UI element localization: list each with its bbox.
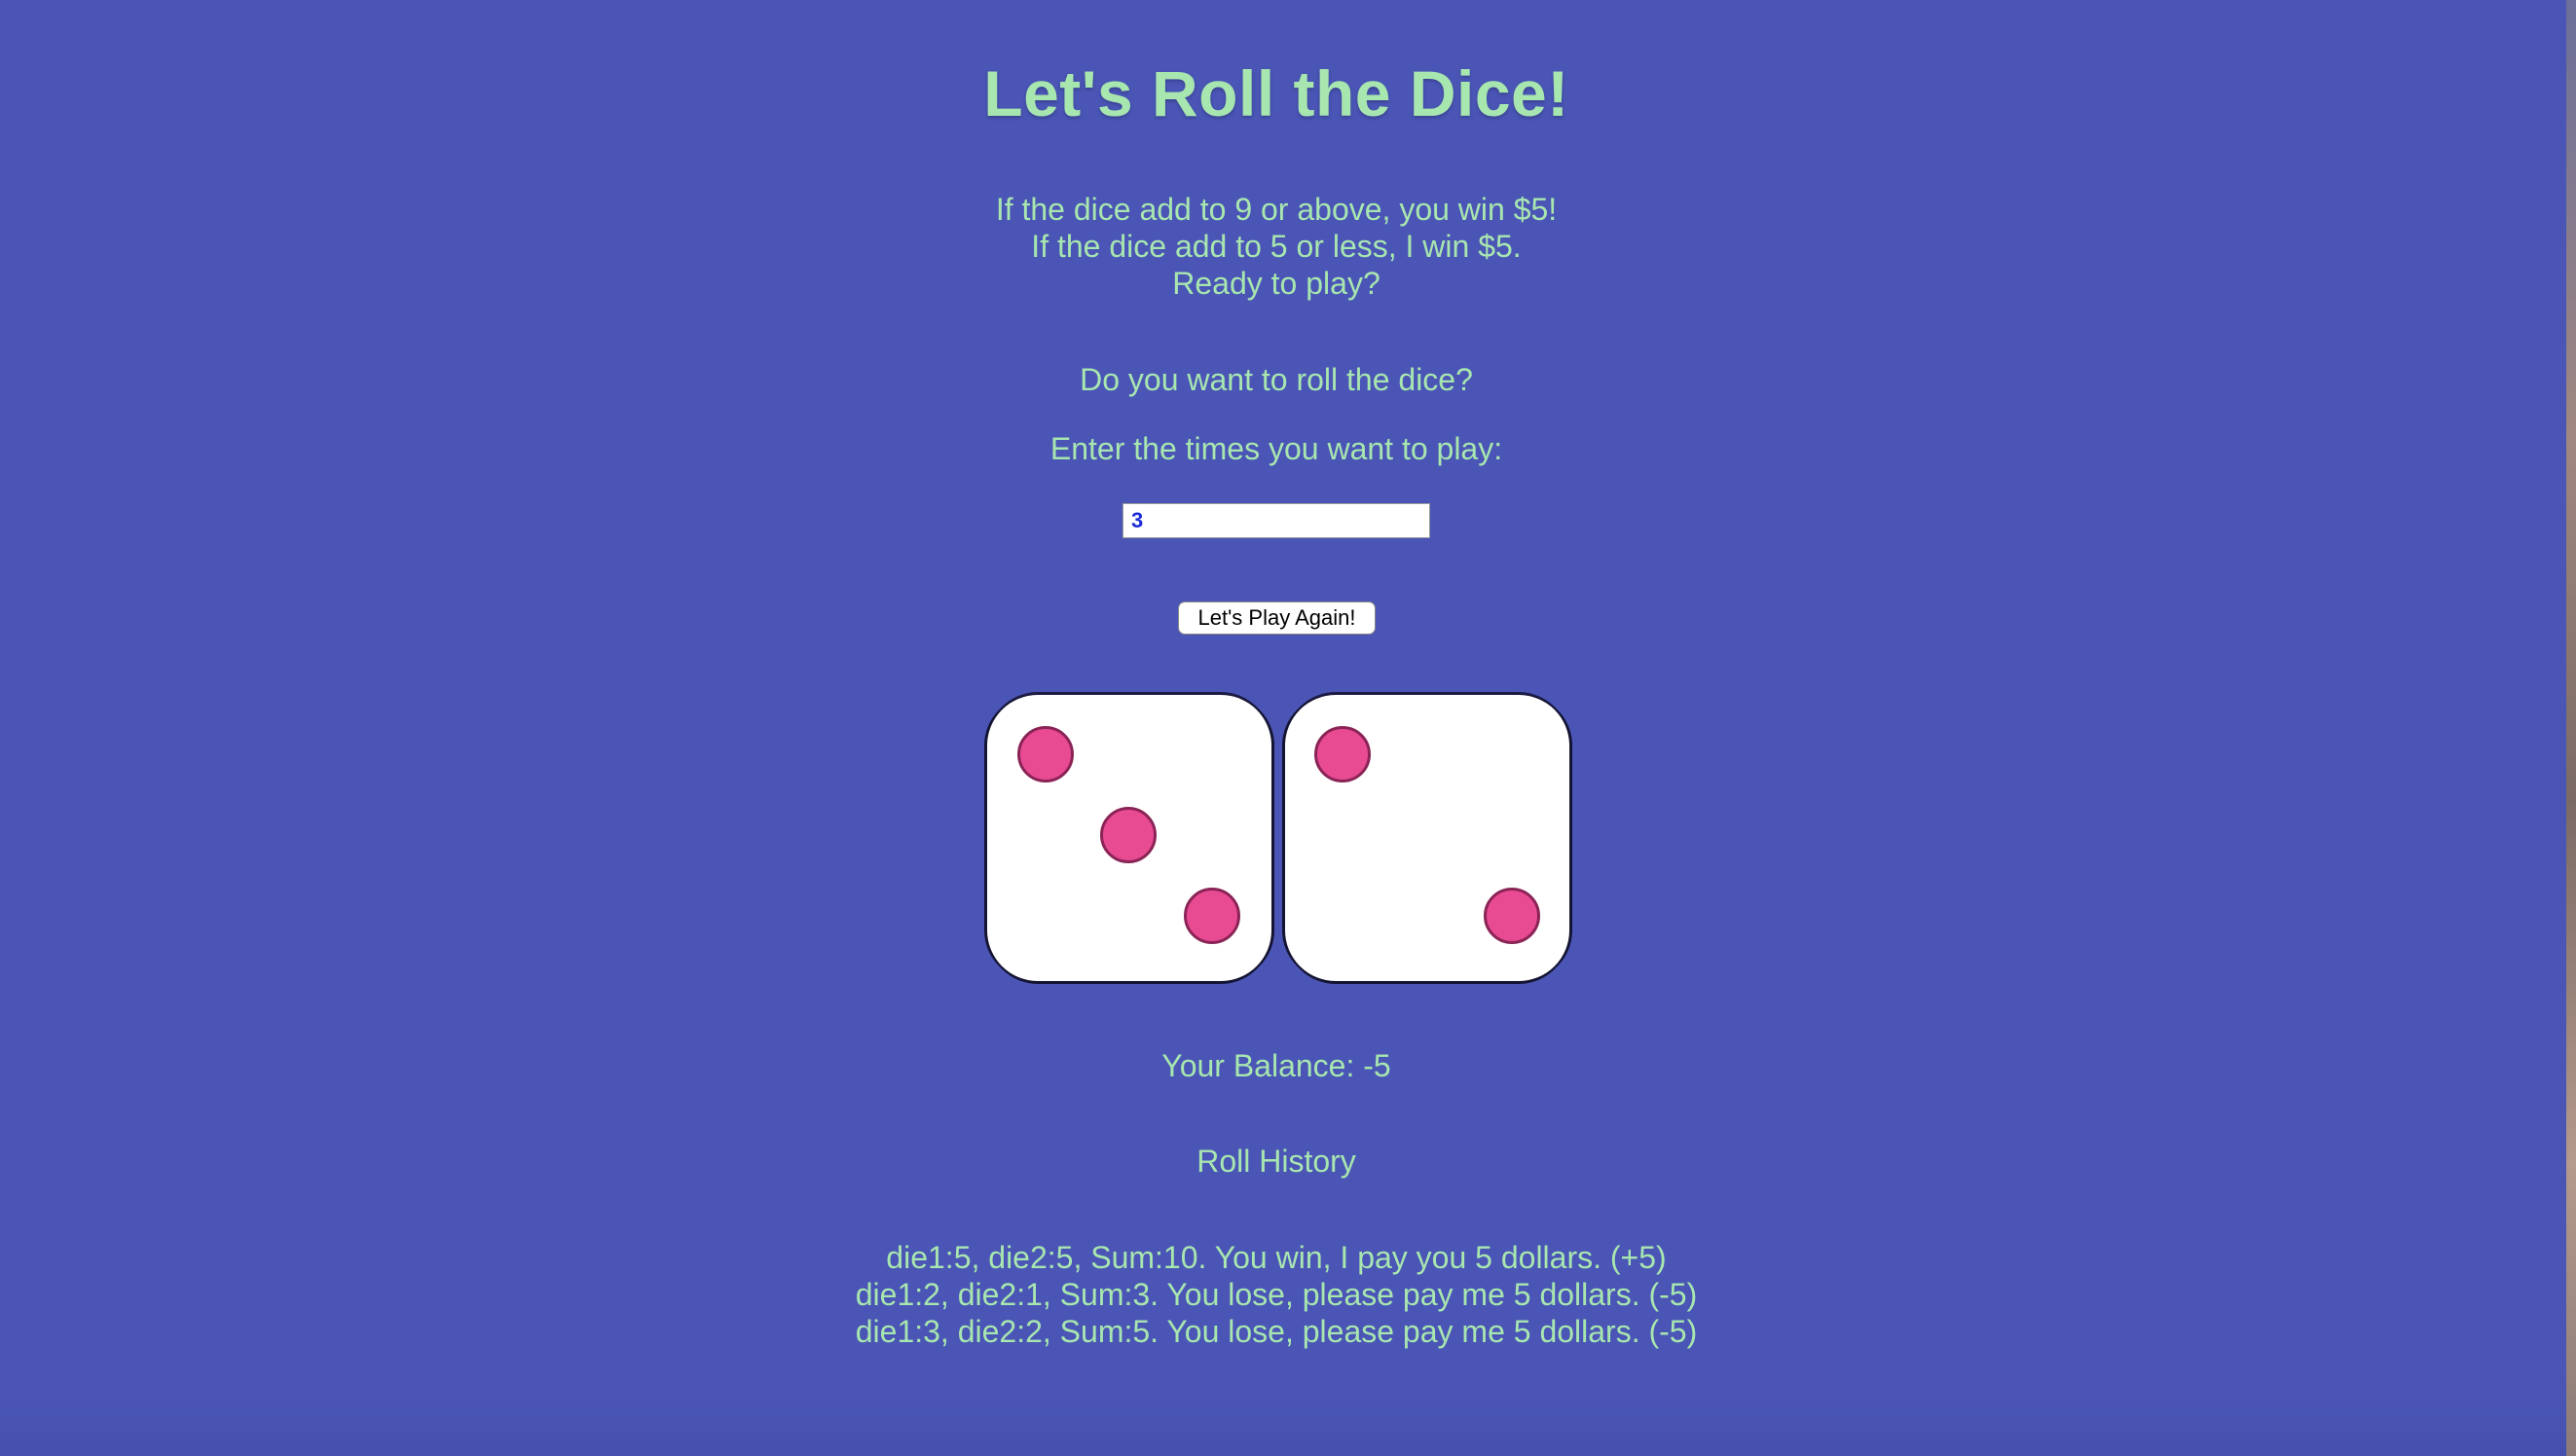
game-rules: If the dice add to 9 or above, you win $… <box>0 191 2553 302</box>
history-entry: die1:5, die2:5, Sum:10. You win, I pay y… <box>886 1240 1667 1275</box>
die-one <box>987 695 1271 981</box>
die-pip <box>1484 888 1540 944</box>
rule-win: If the dice add to 9 or above, you win $… <box>995 192 1558 227</box>
roll-history-heading: Roll History <box>1196 1144 1356 1179</box>
die-pip <box>1184 888 1240 944</box>
bottom-shadow <box>0 1398 2566 1456</box>
history-entry: die1:3, die2:2, Sum:5. You lose, please … <box>855 1314 1698 1349</box>
roll-history-list: die1:5, die2:5, Sum:10. You win, I pay y… <box>0 1239 2553 1350</box>
die-pip <box>1314 726 1371 783</box>
play-again-button[interactable]: Let's Play Again! <box>1178 601 1376 635</box>
page-title: Let's Roll the Dice! <box>983 57 1569 129</box>
roll-question: Do you want to roll the dice? <box>1080 362 1473 397</box>
history-entry: die1:2, die2:1, Sum:3. You lose, please … <box>855 1277 1698 1312</box>
window-edge <box>2566 0 2576 1456</box>
balance-text: Your Balance: -5 <box>1161 1048 1391 1083</box>
die-two <box>1285 695 1569 981</box>
rule-lose: If the dice add to 5 or less, I win $5. <box>1031 229 1522 264</box>
die-pip <box>1100 807 1157 863</box>
rule-ready: Ready to play? <box>1172 266 1380 301</box>
die-pip <box>1017 726 1074 783</box>
times-prompt: Enter the times you want to play: <box>1049 431 1503 466</box>
times-input[interactable] <box>1122 503 1430 538</box>
